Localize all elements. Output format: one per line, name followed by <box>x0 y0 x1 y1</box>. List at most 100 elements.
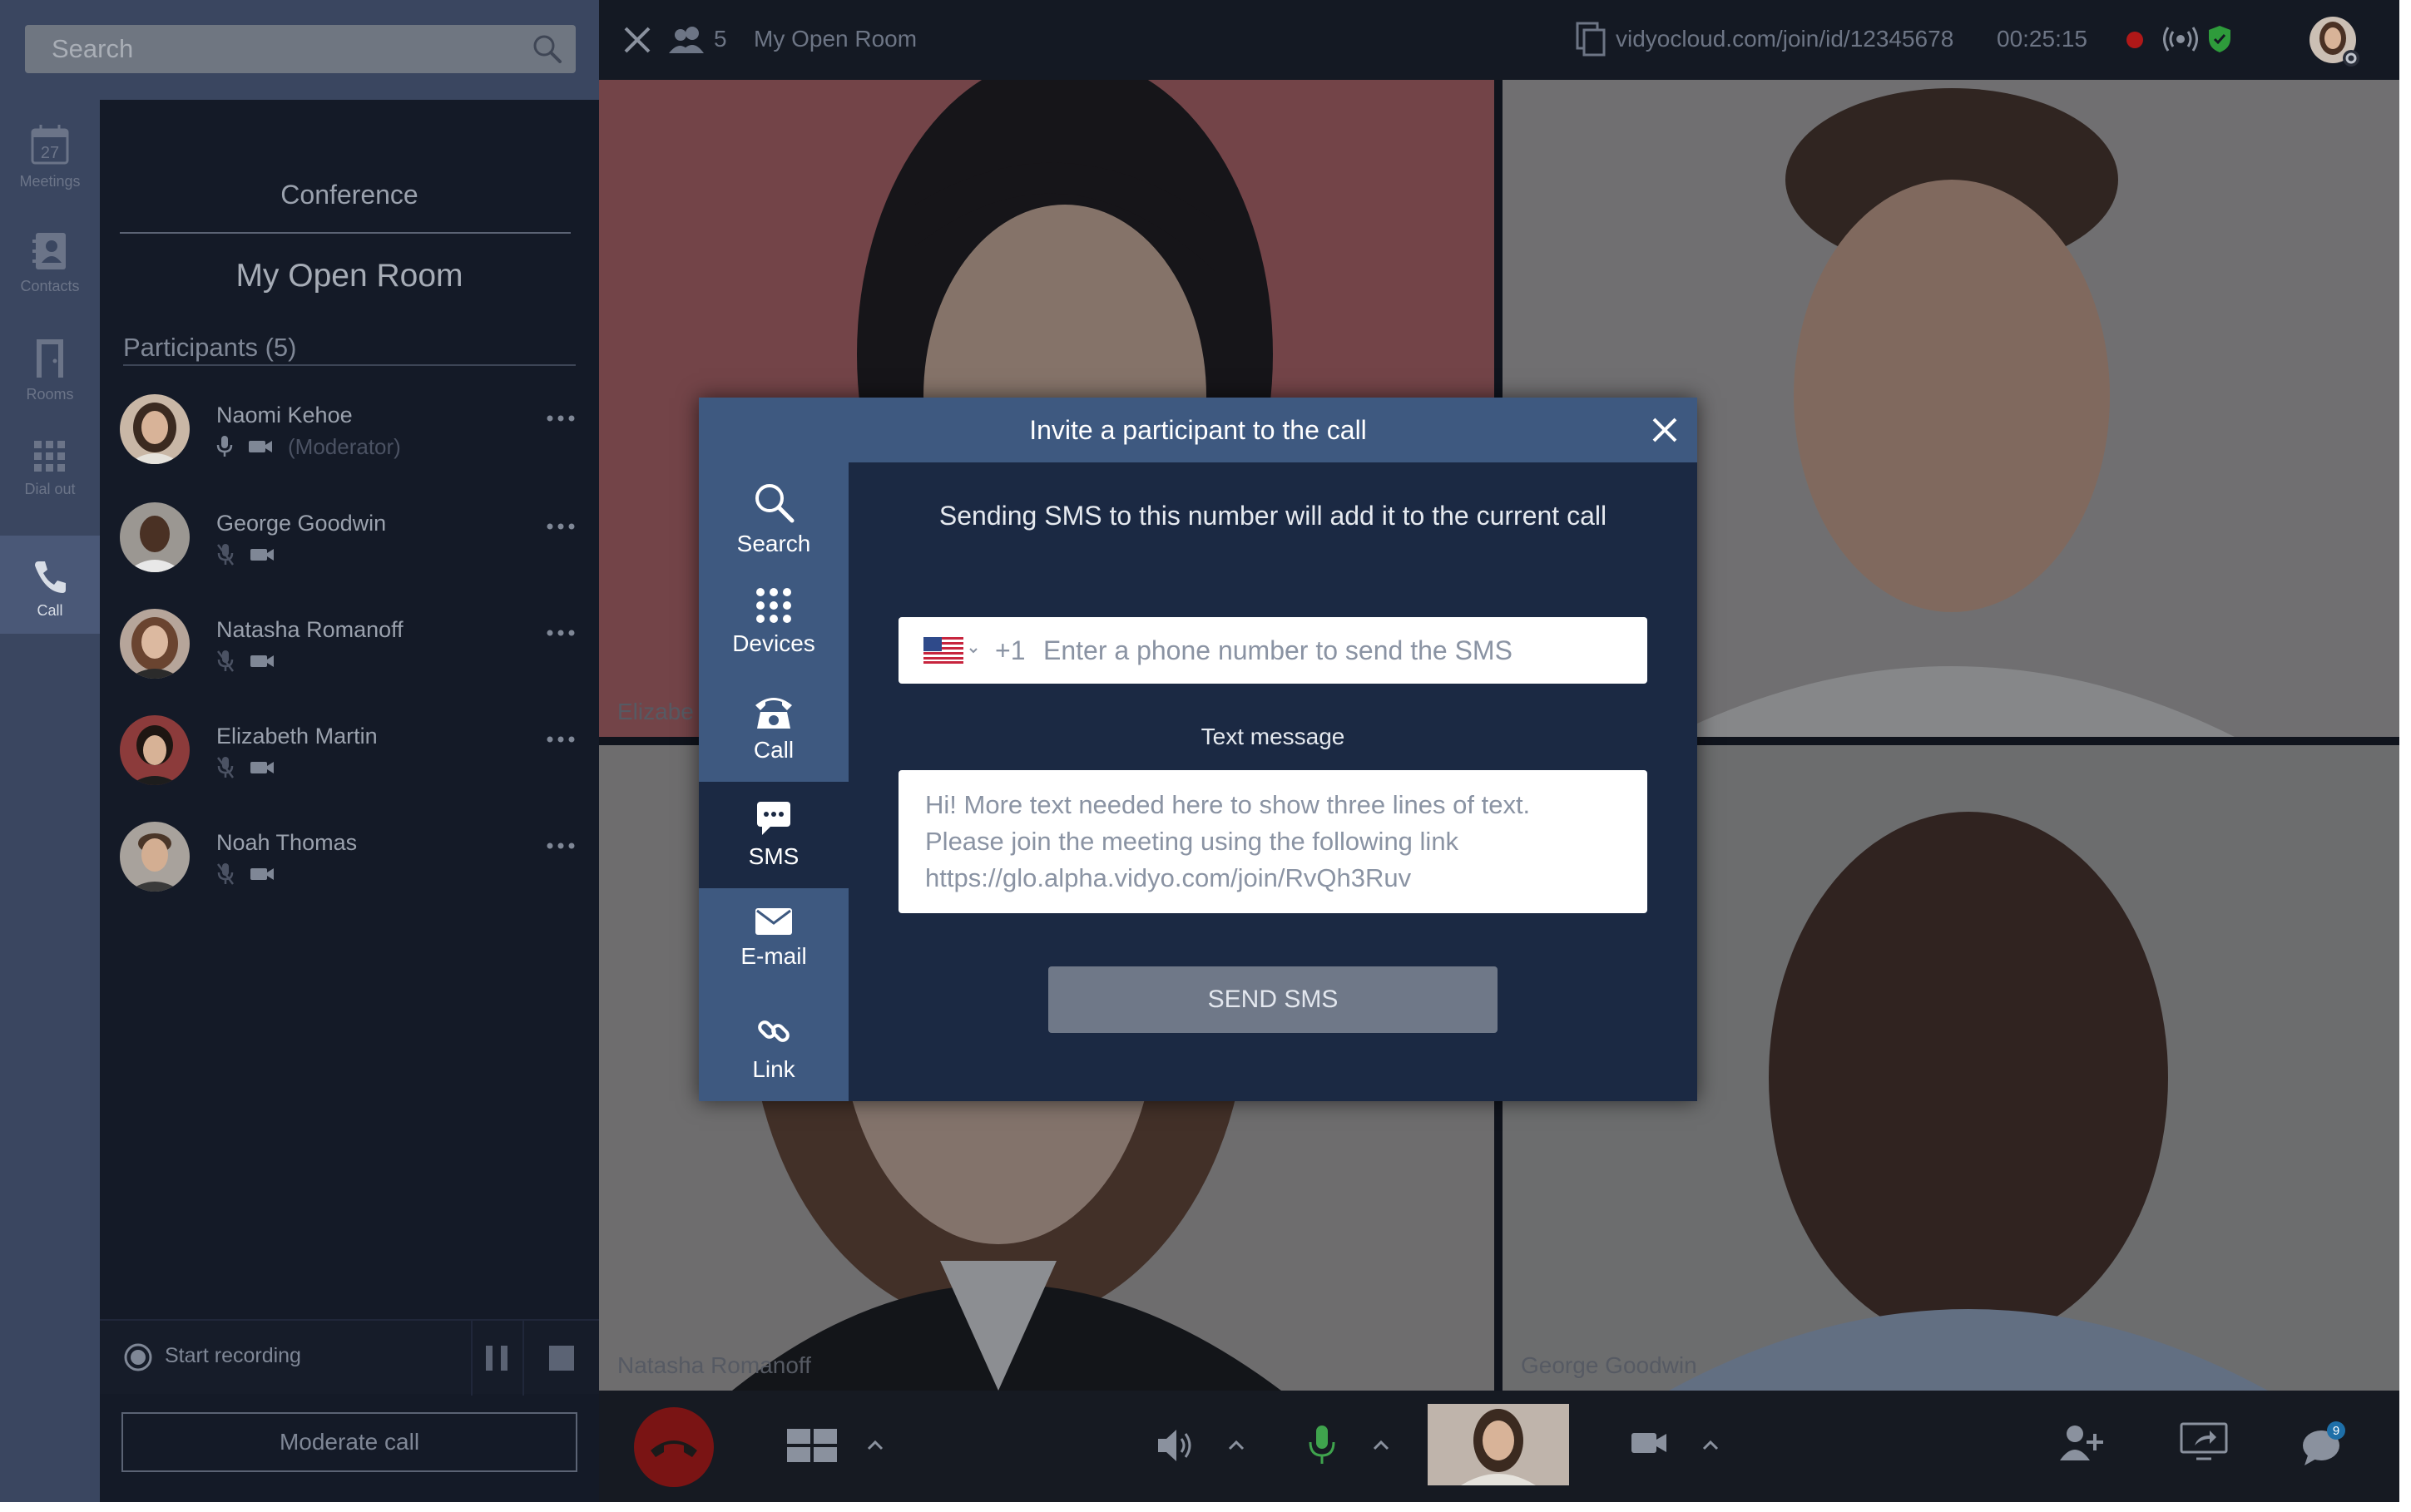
participant-status: (Moderator) <box>216 434 401 459</box>
meeting-link[interactable]: vidyocloud.com/join/id/12345678 <box>1616 26 1953 52</box>
search-icon <box>755 484 795 523</box>
mic-muted-icon <box>217 544 234 566</box>
more-options-icon[interactable] <box>546 842 576 850</box>
chevron-up-icon[interactable] <box>1228 1439 1245 1450</box>
more-options-icon[interactable] <box>546 735 576 744</box>
camera-icon <box>250 762 274 773</box>
nav-call[interactable]: Call <box>699 675 849 782</box>
svg-text:27: 27 <box>41 144 59 162</box>
avatar <box>120 394 190 464</box>
rail-label: Meetings <box>19 173 81 190</box>
rail-item-dial-out[interactable]: Dial out <box>0 416 100 517</box>
participant-status <box>216 649 275 674</box>
nav-label: Search <box>736 531 811 556</box>
panel-title: Conference <box>280 180 418 210</box>
text-message-label: Text message <box>1201 724 1345 749</box>
recording-bar: Start recording <box>100 1319 599 1396</box>
mic-muted-icon <box>217 757 234 778</box>
room-title: My Open Room <box>754 26 918 52</box>
send-sms-button[interactable]: SEND SMS <box>1048 966 1498 1033</box>
participant-row[interactable]: Naomi Kehoe (Moderator) <box>120 394 586 486</box>
message-line: Hi! More text needed here to show three … <box>925 790 1531 819</box>
camera-icon <box>250 655 274 667</box>
chevron-up-icon[interactable] <box>1373 1439 1389 1450</box>
door-icon <box>37 339 63 378</box>
add-participant-icon[interactable] <box>2060 1424 2103 1460</box>
mic-muted-icon <box>217 863 234 885</box>
calendar-icon: 27 <box>31 125 69 165</box>
nav-email[interactable]: E-mail <box>699 888 849 995</box>
mic-icon <box>216 436 233 457</box>
search-input[interactable]: Search <box>25 25 576 73</box>
invite-modal: Invite a participant to the call Search … <box>699 398 1697 1101</box>
participant-row[interactable]: George Goodwin <box>120 502 586 594</box>
participant-row[interactable]: Natasha Romanoff <box>120 609 586 700</box>
speaker-icon[interactable] <box>1156 1427 1195 1464</box>
chevron-up-icon[interactable] <box>1702 1439 1719 1450</box>
link-icon <box>758 1020 790 1042</box>
broadcast-icon <box>2163 27 2198 52</box>
participants-icon[interactable] <box>667 25 709 55</box>
nav-sms[interactable]: SMS <box>699 782 849 888</box>
user-avatar[interactable] <box>2308 15 2361 68</box>
stop-icon <box>549 1346 574 1371</box>
pause-icon <box>486 1346 507 1371</box>
more-options-icon[interactable] <box>546 414 576 422</box>
nav-search[interactable]: Search <box>699 462 849 569</box>
participant-name: Naomi Kehoe <box>216 403 353 427</box>
more-options-icon[interactable] <box>546 522 576 531</box>
moderate-call-button[interactable]: Moderate call <box>121 1412 577 1472</box>
search-bar: Search <box>0 0 599 100</box>
camera-toggle-icon[interactable] <box>1631 1430 1667 1455</box>
phone-call-icon <box>755 698 792 729</box>
avatar <box>120 502 190 572</box>
chevron-up-icon[interactable] <box>867 1439 884 1450</box>
nav-label: Call <box>753 737 795 763</box>
hang-up-button[interactable] <box>632 1406 715 1489</box>
chat-icon[interactable]: 9 <box>2301 1421 2348 1467</box>
contacts-icon <box>32 233 66 269</box>
close-icon[interactable] <box>622 25 652 55</box>
rail-item-rooms[interactable]: Rooms <box>0 314 100 416</box>
self-view-preview[interactable] <box>1428 1404 1569 1485</box>
participant-name: Noah Thomas <box>216 830 358 855</box>
rail-item-contacts[interactable]: Contacts <box>0 208 100 309</box>
participant-row[interactable]: Noah Thomas <box>120 822 586 913</box>
more-options-icon[interactable] <box>546 629 576 637</box>
pause-recording-button[interactable] <box>471 1321 522 1396</box>
participant-status <box>216 862 275 887</box>
left-rail: 27 Meetings Contacts Rooms Dial out Call <box>0 100 100 1502</box>
stop-recording-button[interactable] <box>522 1321 599 1396</box>
search-icon[interactable] <box>531 32 564 66</box>
avatar <box>120 822 190 892</box>
nav-link[interactable]: Link <box>699 995 849 1101</box>
us-flag-icon[interactable] <box>923 637 982 664</box>
rail-label: Dial out <box>24 481 76 497</box>
recording-indicator-icon <box>2125 30 2145 50</box>
camera-icon <box>250 549 274 561</box>
phone-number-input[interactable] <box>1043 617 1626 684</box>
start-recording-label[interactable]: Start recording <box>165 1344 301 1368</box>
screen-share-icon[interactable] <box>2180 1422 2228 1462</box>
participant-status <box>216 542 275 567</box>
record-icon[interactable] <box>123 1342 153 1372</box>
rail-item-call[interactable]: Call <box>0 536 100 634</box>
modal-title: Invite a participant to the call <box>1029 415 1367 445</box>
dialpad-icon <box>34 441 65 472</box>
phone-field: +1 <box>899 617 1647 684</box>
sms-info-text: Sending SMS to this number will add it t… <box>938 501 1607 531</box>
participant-name: Natasha Romanoff <box>216 617 403 642</box>
nav-devices[interactable]: Devices <box>699 569 849 675</box>
divider <box>120 232 571 234</box>
divider <box>123 364 576 366</box>
copy-icon[interactable] <box>1576 22 1606 58</box>
avatar <box>120 715 190 785</box>
text-message-input[interactable]: Hi! More text needed here to show three … <box>899 770 1647 913</box>
microphone-icon[interactable] <box>1308 1424 1336 1465</box>
nav-label: SMS <box>748 843 800 869</box>
close-icon[interactable] <box>1649 414 1681 446</box>
layout-grid-icon[interactable] <box>787 1429 837 1462</box>
rail-label: Rooms <box>26 386 74 403</box>
participant-row[interactable]: Elizabeth Martin <box>120 715 586 807</box>
rail-item-meetings[interactable]: 27 Meetings <box>0 100 100 201</box>
